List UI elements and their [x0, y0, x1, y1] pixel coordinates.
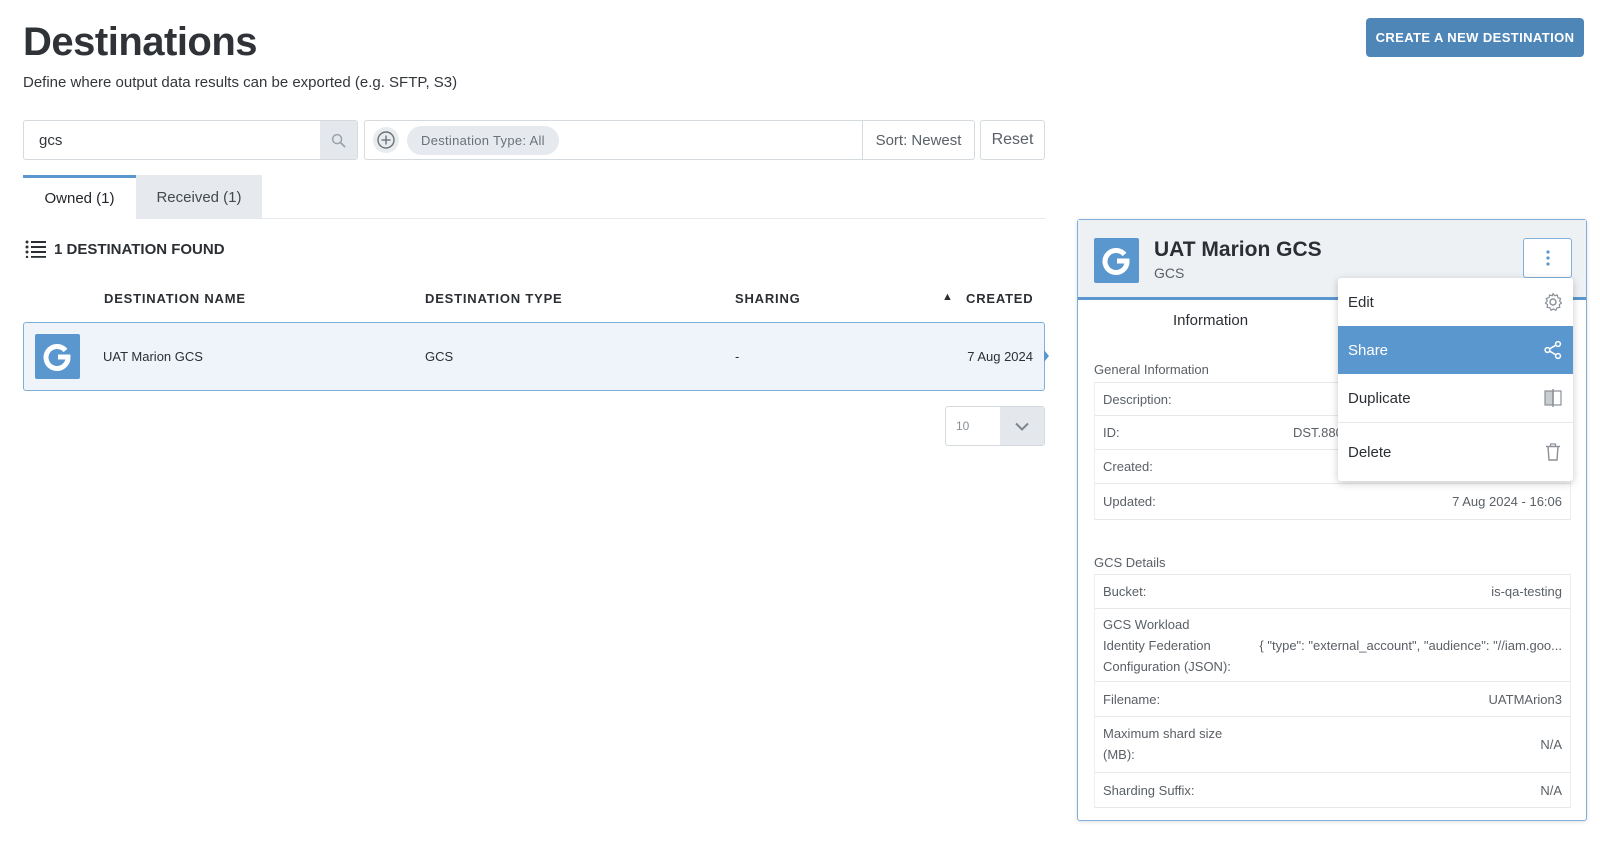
- menu-item-edit[interactable]: Edit: [1338, 278, 1573, 326]
- table-row[interactable]: UAT Marion GCS GCS - 7 Aug 2024: [23, 322, 1045, 391]
- tab-information[interactable]: Information: [1173, 312, 1248, 329]
- field-wif-config: GCS Workload Identity Federation Configu…: [1094, 609, 1571, 682]
- plus-circle-icon: [377, 131, 395, 149]
- menu-item-delete-label: Delete: [1348, 443, 1392, 461]
- field-id-value: DST.880: [1293, 425, 1343, 440]
- general-information-title: General Information: [1094, 362, 1209, 377]
- field-description-label: Description:: [1103, 392, 1172, 407]
- more-options-button[interactable]: [1523, 238, 1572, 278]
- column-header-type[interactable]: DESTINATION TYPE: [425, 291, 563, 306]
- trash-icon: [1546, 443, 1560, 461]
- field-updated: Updated: 7 Aug 2024 - 16:06: [1094, 484, 1571, 520]
- search-input[interactable]: [24, 121, 320, 159]
- field-shard-value: N/A: [1540, 737, 1562, 752]
- page-size-value: 10: [956, 419, 970, 433]
- more-vertical-icon: [1545, 250, 1550, 266]
- add-filter-button[interactable]: [373, 127, 399, 153]
- tab-owned[interactable]: Owned (1): [23, 175, 136, 219]
- field-wif-label-2: Identity Federation: [1103, 638, 1211, 653]
- column-header-created[interactable]: CREATED: [966, 291, 1033, 306]
- menu-item-share[interactable]: Share: [1338, 326, 1573, 374]
- reset-button[interactable]: Reset: [980, 120, 1045, 160]
- sort-ascending-icon: ▲: [942, 291, 953, 303]
- actions-menu: Edit Share Duplicate Delete: [1338, 278, 1573, 481]
- field-shard-label-1: Maximum shard size: [1103, 726, 1223, 741]
- duplicate-icon: [1544, 389, 1562, 407]
- menu-item-delete[interactable]: Delete: [1338, 422, 1573, 481]
- panel-type: GCS: [1154, 265, 1185, 281]
- field-bucket-value: is-qa-testing: [1491, 584, 1562, 599]
- field-wif-label-3: Configuration (JSON):: [1103, 659, 1231, 674]
- field-updated-value: 7 Aug 2024 - 16:06: [1452, 494, 1562, 509]
- menu-item-edit-label: Edit: [1348, 293, 1374, 311]
- results-count-label: 1 DESTINATION FOUND: [54, 240, 225, 258]
- field-suffix-label: Sharding Suffix:: [1103, 783, 1195, 798]
- field-wif-value: { "type": "external_account", "audience"…: [1259, 638, 1562, 653]
- field-wif-label-1: GCS Workload: [1103, 617, 1190, 632]
- tabs: Owned (1) Received (1): [23, 175, 1045, 219]
- destination-type-filter-chip[interactable]: Destination Type: All: [407, 125, 559, 155]
- search-icon: [331, 133, 346, 147]
- selected-row-indicator: [1044, 350, 1049, 362]
- list-icon: [25, 240, 46, 258]
- menu-item-share-label: Share: [1348, 341, 1389, 359]
- results-count: 1 DESTINATION FOUND: [25, 240, 225, 258]
- gcs-details-title: GCS Details: [1094, 555, 1166, 570]
- field-filename-value: UATMArion3: [1488, 692, 1562, 707]
- gcs-logo-icon: [35, 334, 80, 379]
- field-filename-label: Filename:: [1103, 692, 1161, 707]
- row-destination-type: GCS: [425, 349, 454, 364]
- gcs-logo-icon: [1094, 238, 1139, 283]
- field-created-label: Created:: [1103, 459, 1153, 474]
- page-size-toggle[interactable]: [1000, 407, 1044, 445]
- search-box: [23, 120, 358, 160]
- chevron-down-icon: [1015, 422, 1029, 431]
- menu-item-duplicate-label: Duplicate: [1348, 389, 1411, 407]
- page-size-select[interactable]: 10: [945, 406, 1045, 446]
- panel-title: UAT Marion GCS: [1154, 238, 1322, 261]
- field-sharding-suffix: Sharding Suffix: N/A: [1094, 773, 1571, 808]
- search-button[interactable]: [320, 121, 357, 159]
- field-filename: Filename: UATMArion3: [1094, 682, 1571, 717]
- page-title: Destinations: [23, 20, 258, 64]
- row-destination-name: UAT Marion GCS: [103, 349, 203, 364]
- column-header-sharing[interactable]: SHARING: [735, 291, 801, 306]
- field-id-label: ID:: [1103, 425, 1120, 440]
- menu-item-duplicate[interactable]: Duplicate: [1338, 374, 1573, 422]
- field-max-shard-size: Maximum shard size (MB): N/A: [1094, 717, 1571, 773]
- share-icon: [1544, 340, 1562, 360]
- create-destination-button[interactable]: CREATE A NEW DESTINATION: [1366, 18, 1584, 57]
- row-created: 7 Aug 2024: [967, 349, 1033, 364]
- field-suffix-value: N/A: [1540, 783, 1562, 798]
- row-sharing: -: [735, 349, 740, 364]
- gear-icon: [1544, 292, 1563, 311]
- sort-button[interactable]: Sort: Newest: [863, 120, 975, 160]
- field-bucket: Bucket: is-qa-testing: [1094, 574, 1571, 609]
- filter-bar: Destination Type: All: [364, 120, 863, 160]
- tab-received[interactable]: Received (1): [136, 175, 262, 219]
- field-shard-label-2: (MB):: [1103, 747, 1135, 762]
- field-bucket-label: Bucket:: [1103, 584, 1147, 599]
- page-subtitle: Define where output data results can be …: [23, 74, 458, 91]
- column-header-name[interactable]: DESTINATION NAME: [104, 291, 246, 306]
- field-updated-label: Updated:: [1103, 494, 1156, 509]
